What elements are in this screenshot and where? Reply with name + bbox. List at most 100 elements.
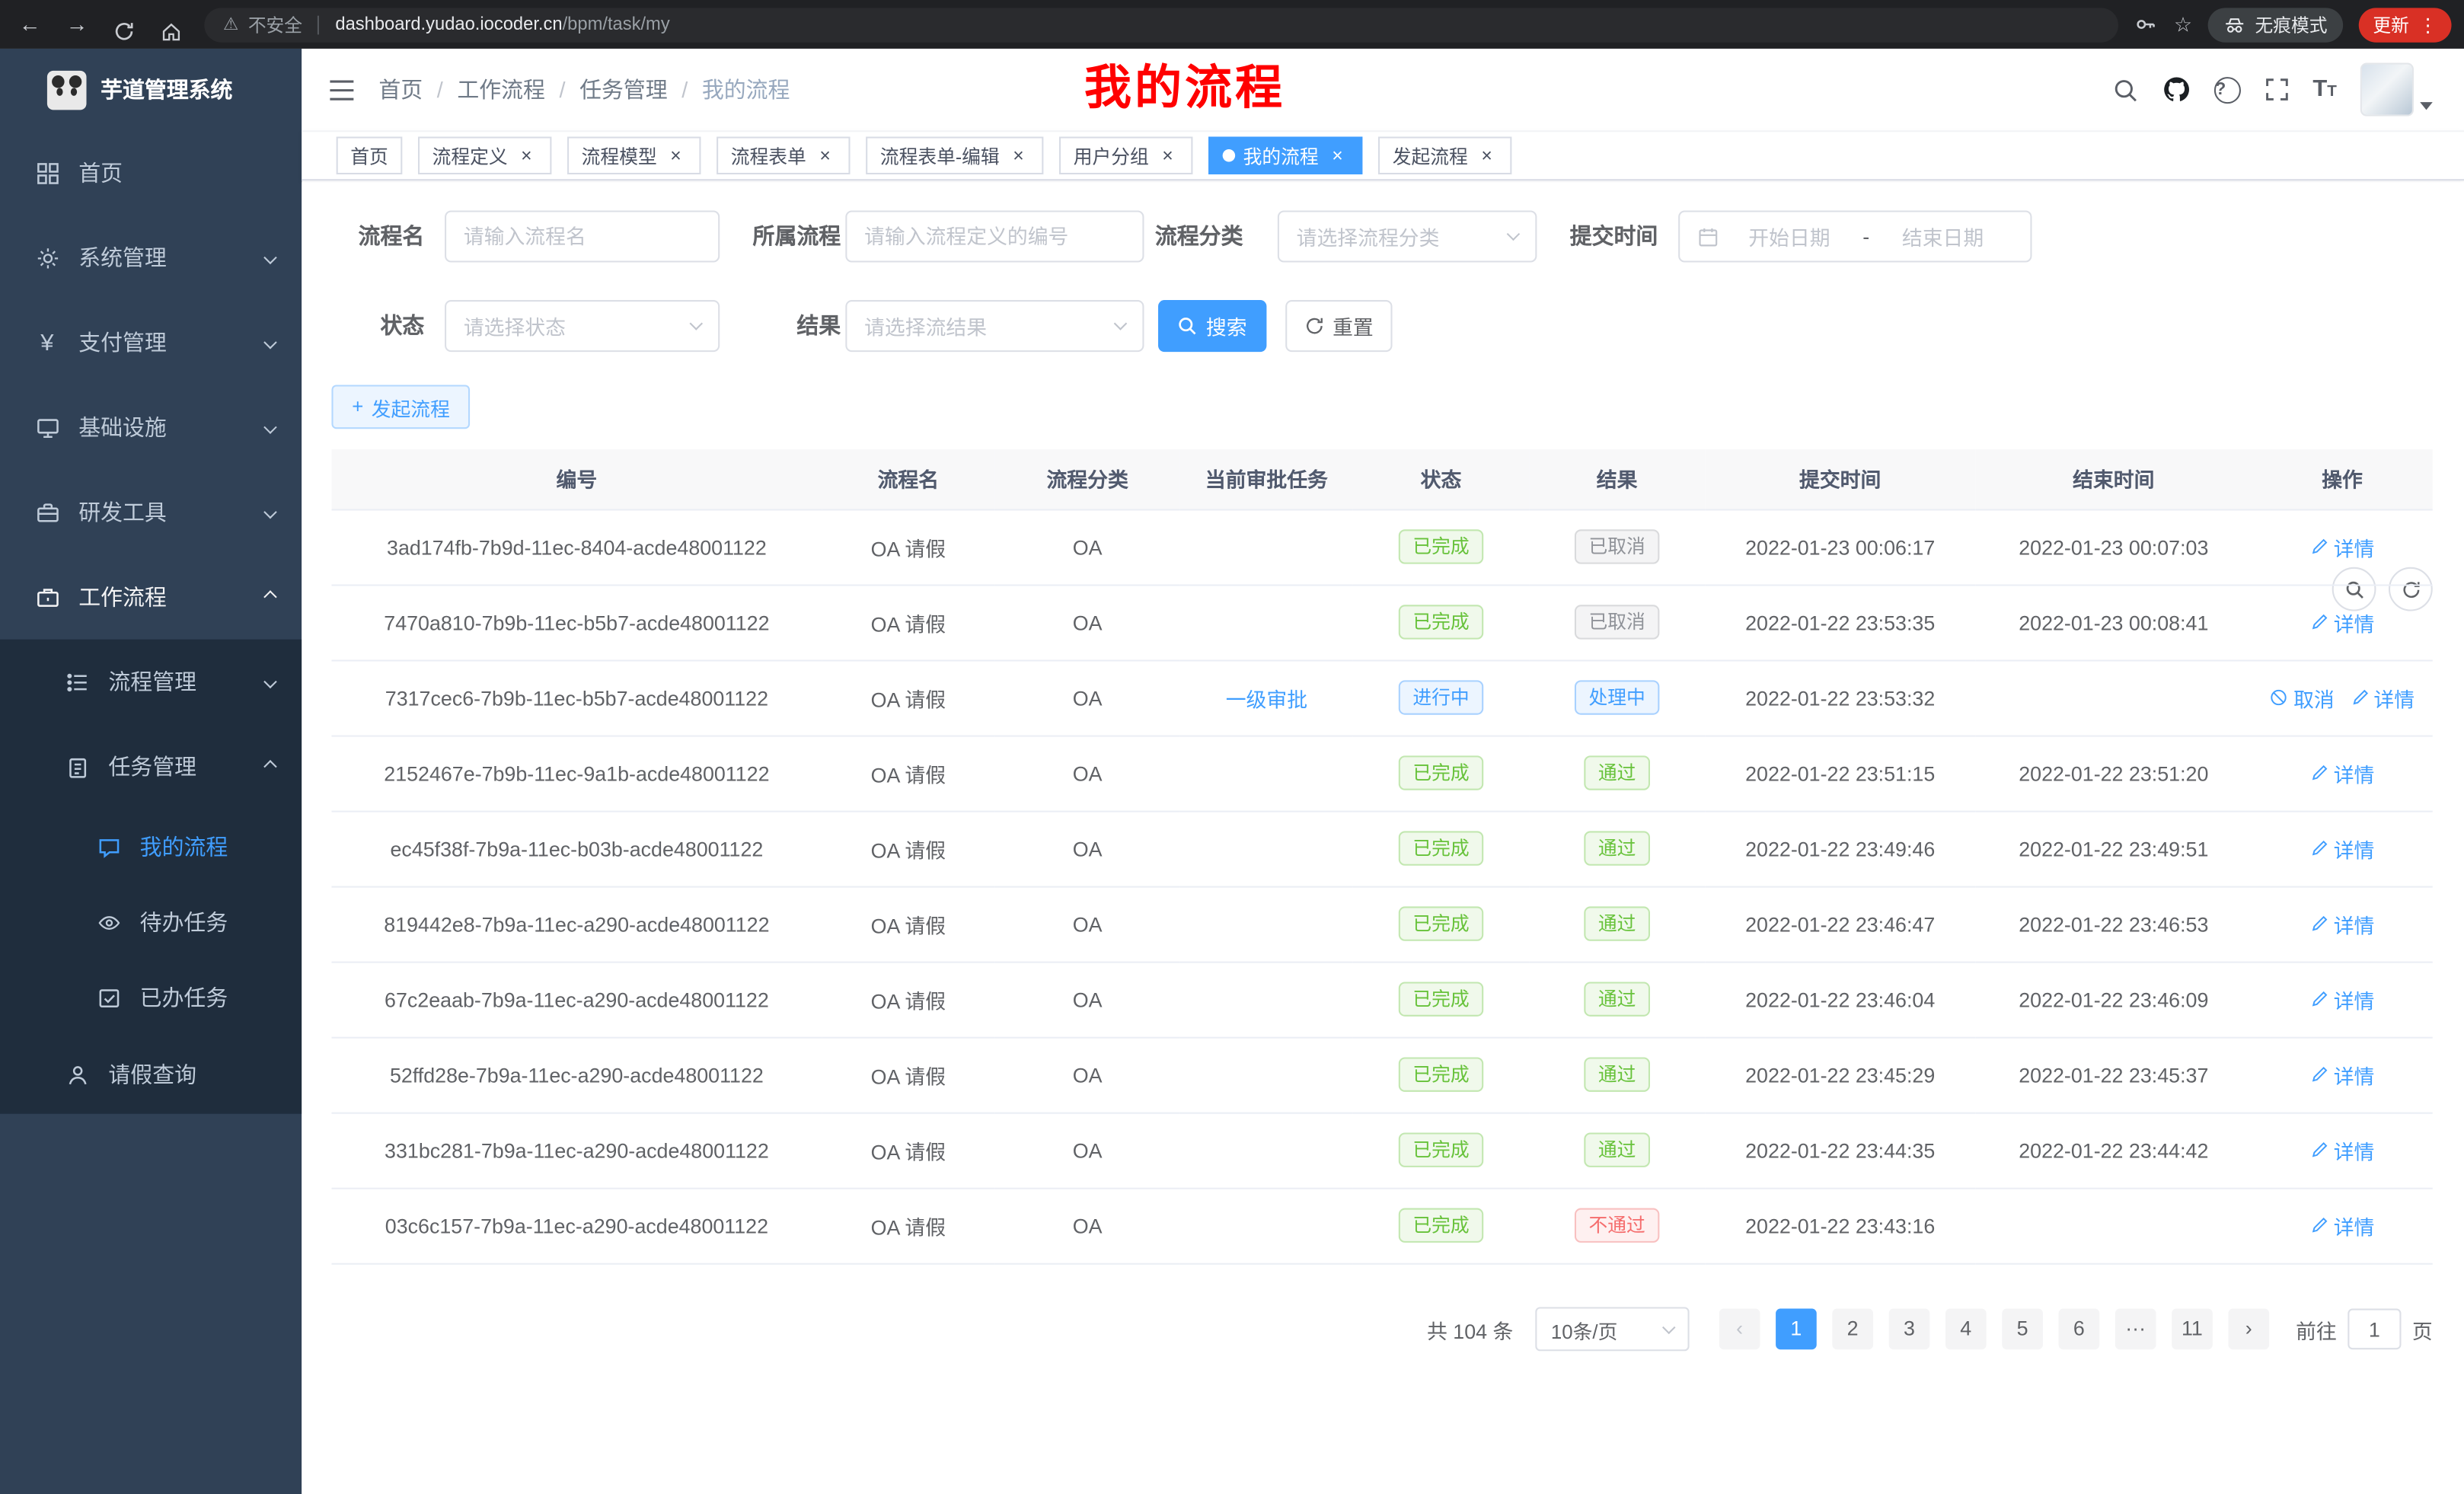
tab-my-process[interactable]: 我的流程 × — [1208, 136, 1362, 174]
process-name-input[interactable] — [445, 210, 720, 262]
tab-process-definition[interactable]: 流程定义 × — [418, 136, 551, 174]
edit-icon — [2350, 688, 2369, 707]
breadcrumb-home[interactable]: 首页 — [378, 74, 423, 105]
detail-link[interactable]: 详情 — [2310, 1060, 2375, 1090]
search-icon[interactable] — [2111, 76, 2138, 103]
browser-forward-button[interactable]: → — [53, 0, 101, 49]
browser-home-button[interactable] — [148, 7, 195, 41]
result-select[interactable]: 请选择流结果 — [845, 300, 1144, 352]
process-name-field[interactable] — [464, 225, 701, 248]
more-pages-button[interactable]: ··· — [2115, 1309, 2156, 1350]
github-icon[interactable] — [2162, 75, 2190, 104]
process-definition-field[interactable] — [864, 225, 1125, 248]
detail-link[interactable]: 详情 — [2310, 1135, 2375, 1165]
detail-link[interactable]: 详情 — [2310, 532, 2375, 561]
page-button-6[interactable]: 6 — [2059, 1309, 2100, 1350]
current-task-link[interactable]: 一级审批 — [1226, 682, 1307, 712]
status-badge: 已完成 — [1399, 906, 1483, 940]
detail-link[interactable]: 详情 — [2310, 985, 2375, 1014]
goto-page-input[interactable] — [2348, 1309, 2401, 1350]
detail-link[interactable]: 详情 — [2310, 607, 2375, 637]
process-name: OA 请假 — [871, 989, 946, 1013]
close-icon[interactable]: × — [1157, 145, 1179, 167]
sidebar-item-system[interactable]: 系统管理 — [0, 215, 302, 300]
close-icon[interactable]: × — [1476, 145, 1498, 167]
sidebar-item-devtools[interactable]: 研发工具 — [0, 470, 302, 554]
detail-link[interactable]: 详情 — [2350, 682, 2415, 712]
close-icon[interactable]: × — [1326, 145, 1348, 167]
page-button-3[interactable]: 3 — [1889, 1309, 1930, 1350]
security-warning-icon: ⚠ — [223, 14, 238, 35]
security-label[interactable]: 不安全 — [248, 11, 302, 37]
page-size-select[interactable]: 10条/页 — [1535, 1307, 1689, 1351]
page-button-4[interactable]: 4 — [1945, 1309, 1987, 1350]
close-icon[interactable]: × — [515, 145, 538, 167]
sidebar-item-infrastructure[interactable]: 基础设施 — [0, 385, 302, 469]
start-date-placeholder[interactable]: 开始日期 — [1719, 222, 1859, 251]
detail-link[interactable]: 详情 — [2310, 909, 2375, 939]
end-date-placeholder[interactable]: 结束日期 — [1872, 222, 2012, 251]
next-page-button[interactable]: › — [2228, 1309, 2269, 1350]
close-icon[interactable]: × — [814, 145, 836, 167]
tab-start-process[interactable]: 发起流程 × — [1378, 136, 1511, 174]
font-size-icon[interactable]: TT — [2312, 78, 2337, 101]
yen-icon: ¥ — [33, 329, 61, 356]
tab-label: 流程定义 — [432, 142, 508, 169]
page-button-2[interactable]: 2 — [1832, 1309, 1873, 1350]
close-icon[interactable]: × — [1007, 145, 1029, 167]
breadcrumb-task-management[interactable]: 任务管理 — [579, 74, 668, 105]
column-header-name: 流程名 — [822, 449, 994, 509]
sidebar-item-process-management[interactable]: 流程管理 — [0, 640, 302, 724]
sidebar-item-home[interactable]: 首页 — [0, 130, 302, 215]
tab-process-form-edit[interactable]: 流程表单-编辑 × — [866, 136, 1043, 174]
tab-process-form[interactable]: 流程表单 × — [717, 136, 850, 174]
browser-menu-icon[interactable]: ⋮ — [2418, 14, 2437, 36]
sidebar-item-leave-query[interactable]: 请假查询 — [0, 1036, 302, 1114]
fullscreen-icon[interactable] — [2264, 77, 2289, 102]
user-menu[interactable] — [2360, 63, 2433, 117]
tab-process-model[interactable]: 流程模型 × — [567, 136, 701, 174]
tab-home[interactable]: 首页 — [337, 136, 403, 174]
sidebar-item-payment[interactable]: ¥ 支付管理 — [0, 300, 302, 385]
sidebar-item-workflow[interactable]: 工作流程 — [0, 554, 302, 639]
search-button[interactable]: 搜索 — [1158, 300, 1266, 352]
help-icon[interactable]: ? — [2213, 76, 2240, 103]
detail-link[interactable]: 详情 — [2310, 758, 2375, 787]
browser-update-button[interactable]: 更新 ⋮ — [2359, 7, 2452, 41]
tab-label: 流程表单-编辑 — [880, 142, 1000, 169]
sidebar-item-todo-tasks[interactable]: 待办任务 — [0, 885, 302, 960]
chevron-down-icon — [263, 336, 277, 350]
sidebar-item-my-process[interactable]: 我的流程 — [0, 809, 302, 884]
close-icon[interactable]: × — [665, 145, 687, 167]
monitor-icon — [33, 416, 61, 439]
tab-label: 流程表单 — [731, 142, 806, 169]
create-process-button[interactable]: + 发起流程 — [331, 385, 470, 429]
edit-icon — [2310, 915, 2329, 934]
cancel-link[interactable]: 取消 — [2270, 682, 2335, 712]
submit-time-range-picker[interactable]: 开始日期 - 结束日期 — [1678, 210, 2032, 262]
page-button-11[interactable]: 11 — [2172, 1309, 2213, 1350]
password-key-icon[interactable] — [2134, 13, 2158, 37]
sidebar-collapse-icon[interactable] — [302, 78, 378, 101]
detail-link[interactable]: 详情 — [2310, 1211, 2375, 1240]
page-header: 首页 / 工作流程 / 任务管理 / 我的流程 ? TT — [302, 49, 2464, 130]
sidebar-item-task-management[interactable]: 任务管理 — [0, 724, 302, 809]
browser-back-button[interactable]: ← — [6, 0, 53, 49]
detail-link[interactable]: 详情 — [2310, 833, 2375, 863]
breadcrumb-workflow[interactable]: 工作流程 — [457, 74, 545, 105]
address-bar[interactable]: ⚠ 不安全 dashboard.yudao.iocoder.cn /bpm/ta… — [204, 7, 2118, 41]
bookmark-star-icon[interactable]: ☆ — [2174, 11, 2192, 37]
category-select[interactable]: 请选择流程分类 — [1278, 210, 1537, 262]
process-definition-input[interactable] — [845, 210, 1144, 262]
reset-button[interactable]: 重置 — [1285, 300, 1392, 352]
process-name: OA 请假 — [871, 1215, 946, 1239]
chevron-up-icon — [263, 760, 277, 774]
tab-user-group[interactable]: 用户分组 × — [1059, 136, 1192, 174]
page-button-5[interactable]: 5 — [2002, 1309, 2043, 1350]
status-select[interactable]: 请选择状态 — [445, 300, 720, 352]
browser-refresh-button[interactable] — [101, 7, 148, 41]
sidebar-item-done-tasks[interactable]: 已办任务 — [0, 960, 302, 1036]
app-logo[interactable]: 芋道管理系统 — [0, 49, 302, 130]
page-button-1[interactable]: 1 — [1776, 1309, 1817, 1350]
prev-page-button[interactable]: ‹ — [1719, 1309, 1760, 1350]
